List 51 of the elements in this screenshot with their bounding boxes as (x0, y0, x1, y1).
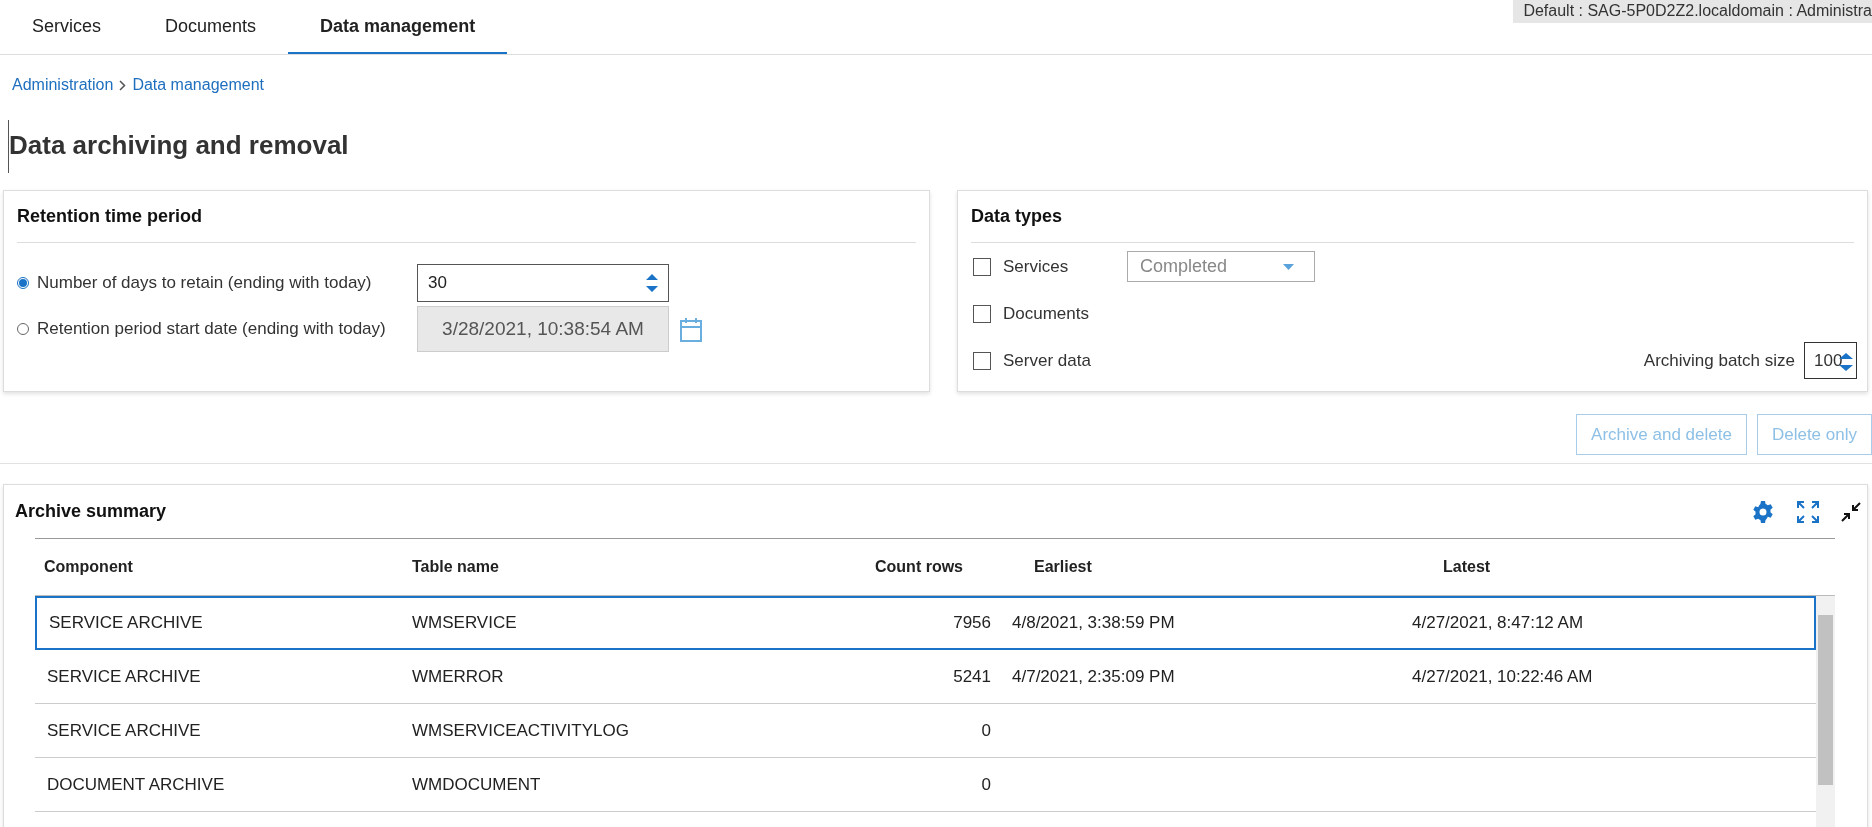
batch-size-field[interactable]: 100 (1804, 342, 1857, 379)
tab[interactable]: Data management (288, 0, 508, 54)
table-cell-text: 0 (980, 774, 992, 795)
breadcrumb-link[interactable]: Administration (12, 76, 114, 94)
breadcrumb-link[interactable]: Data management (132, 76, 264, 94)
scrollbar[interactable] (1816, 596, 1835, 827)
column-header: Earliest (1033, 558, 1093, 576)
tab[interactable]: Services (0, 0, 134, 54)
scrollbar-thumb[interactable] (1818, 615, 1833, 785)
table-cell-text: WMSERVICEACTIVITYLOG (411, 720, 630, 741)
card-title: Archive summary (15, 501, 167, 522)
checkbox[interactable] (973, 257, 991, 276)
checkbox[interactable] (973, 304, 991, 323)
table-cell-text: WMDOCUMENT (411, 774, 542, 795)
session-label: Default : SAG-5P0D2Z2.localdomain : Administra (1513, 0, 1872, 23)
table-cell-text: WMSERVICE (411, 613, 518, 633)
column-header: Table name (411, 558, 500, 576)
table-cell-text: SERVICE ARCHIVE (46, 666, 202, 687)
table-cell-text: 4/27/2021, 10:22:46 AM (1411, 666, 1594, 687)
expand-icon[interactable] (1797, 500, 1819, 523)
table-cell-text: SERVICE ARCHIVE (48, 613, 204, 633)
tab[interactable]: Documents (133, 0, 289, 54)
chevron-right-icon (119, 79, 127, 91)
column-header: Count rows (874, 558, 964, 576)
settings-icon[interactable] (1751, 499, 1775, 524)
checkbox-label: Services (1003, 256, 1070, 277)
selected-row[interactable]: SERVICE ARCHIVE WMSERVICE 7956 4/8/2021, 3:38:59 PM 4/27/2021, 8:47:12 AM (35, 596, 1816, 650)
number-field[interactable]: 30 (417, 264, 669, 302)
column-header: Latest (1442, 558, 1492, 576)
column-header: Component (43, 558, 134, 576)
checkbox[interactable] (973, 351, 991, 370)
option-label: Number of days to retain (ending with today) (37, 273, 372, 293)
table-cell-text: 4/8/2021, 3:38:59 PM (1011, 613, 1176, 633)
spinner-icon[interactable] (646, 272, 658, 294)
checkbox-label: Server data (1003, 350, 1092, 371)
panel-title: Data types (971, 206, 1063, 227)
table-cell-text: 0 (980, 720, 992, 741)
table-cell-text: DOCUMENT ARCHIVE (46, 774, 226, 795)
table-cell-text: SERVICE ARCHIVE (46, 720, 202, 741)
checkbox-label: Documents (1003, 303, 1090, 324)
table-cell-text: 4/7/2021, 2:35:09 PM (1011, 666, 1176, 687)
table-cell-text: 7956 (952, 613, 992, 633)
collapse-icon[interactable] (1841, 501, 1861, 522)
table-cell-text: WMERROR (411, 666, 505, 687)
field-label: Archiving batch size (1643, 350, 1795, 371)
panel-title: Retention time period (17, 206, 202, 227)
radio-button[interactable] (17, 277, 29, 289)
table-cell-text: 5241 (952, 666, 992, 687)
page-title: Data archiving and removal (8, 120, 1872, 173)
table-cell-text: 4/27/2021, 8:47:12 AM (1411, 613, 1585, 633)
option-label: Retention period start date (ending with today) (37, 319, 386, 339)
